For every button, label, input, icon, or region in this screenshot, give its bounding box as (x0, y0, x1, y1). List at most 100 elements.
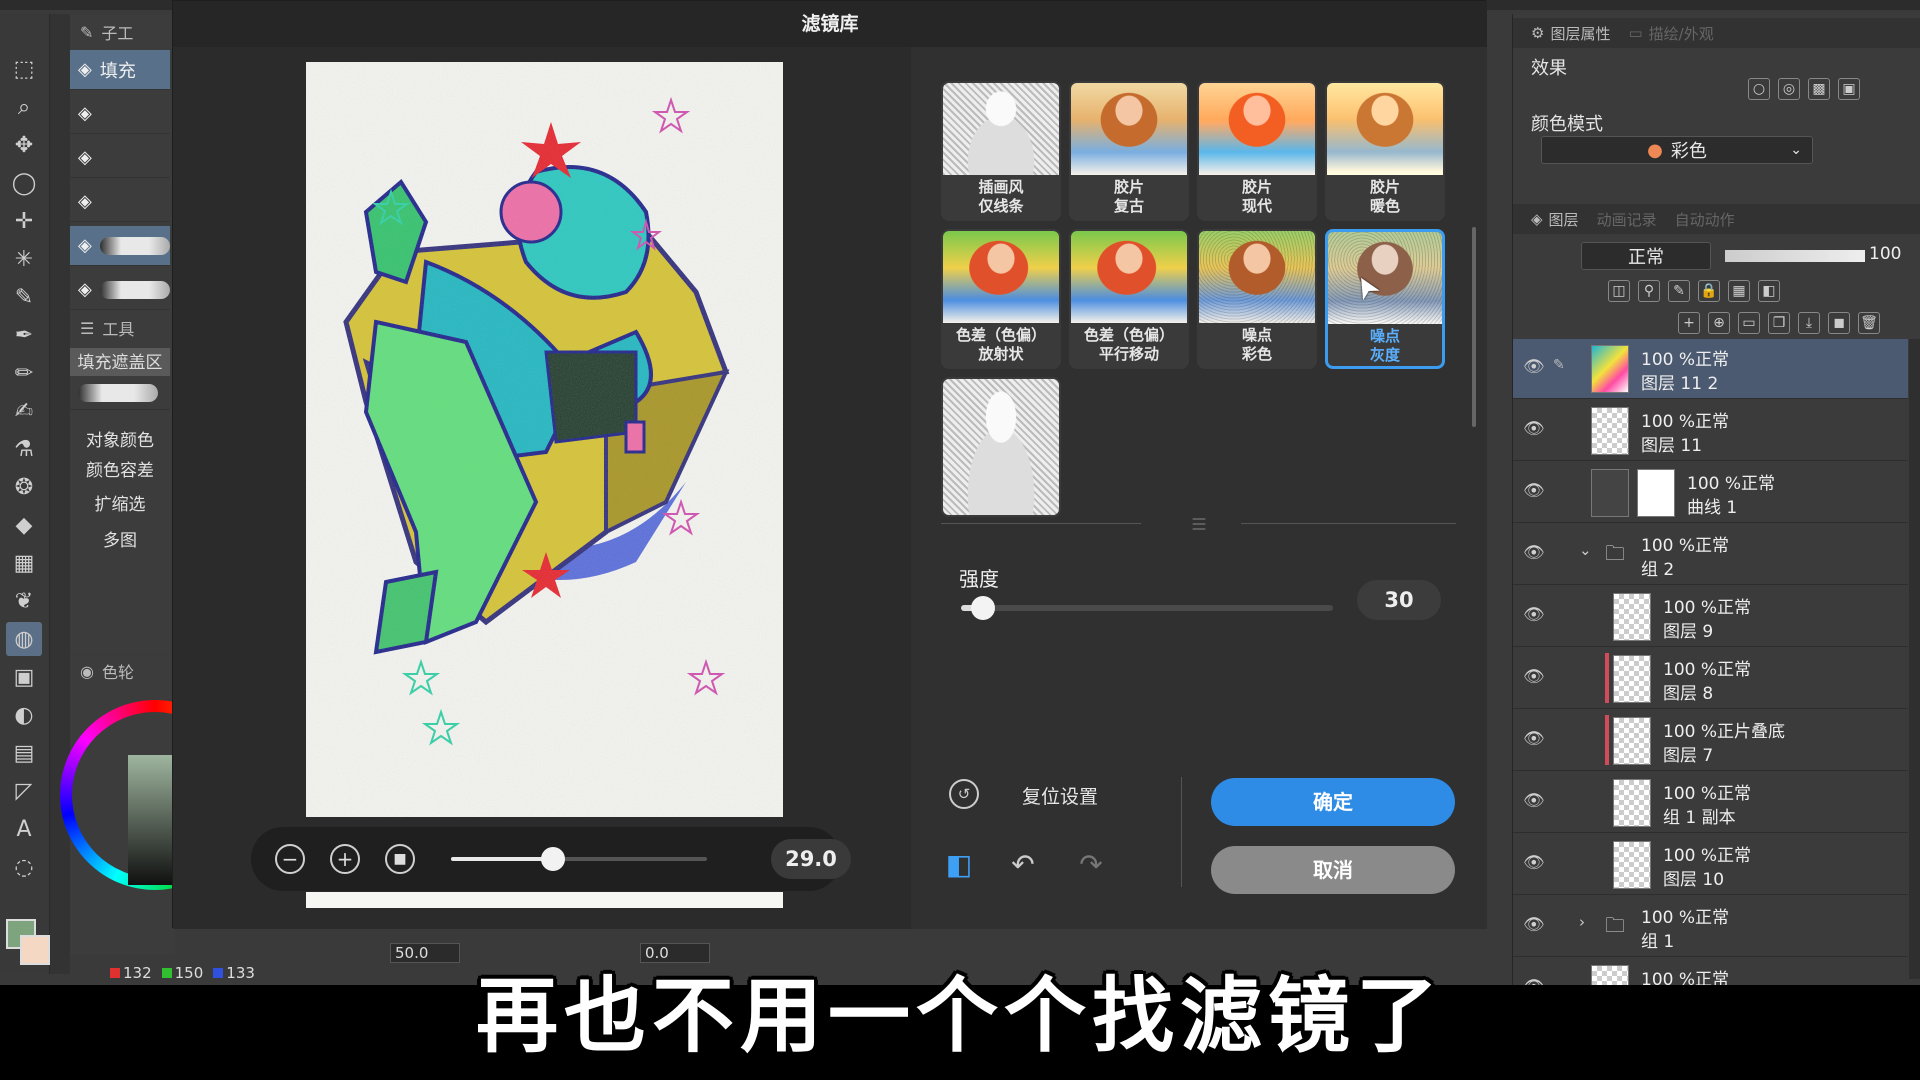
new-folder-icon[interactable]: ▭ (1738, 312, 1760, 334)
ok-button[interactable]: 确定 (1211, 778, 1455, 826)
chevron-right-icon[interactable]: › (1579, 913, 1585, 931)
ruler-icon[interactable]: ◸ (6, 774, 42, 808)
zoom-slider-knob[interactable] (541, 847, 566, 871)
layer-row[interactable]: 👁 100 %正片叠底 图层 7 (1513, 711, 1908, 771)
layer-color-icon[interactable]: ▣ (1838, 78, 1860, 100)
visibility-eye-icon[interactable]: 👁 (1523, 915, 1545, 935)
filter-thumbnail[interactable]: 噪点 灰度 ➤ (1325, 229, 1445, 369)
filter-thumbnail[interactable]: 噪点 彩色 (1197, 229, 1317, 369)
blend-icon[interactable]: ❦ (6, 584, 42, 618)
cancel-button[interactable]: 取消 (1211, 846, 1455, 894)
undo-icon[interactable]: ↶ (1005, 847, 1041, 883)
frame-icon[interactable]: ▤ (6, 736, 42, 770)
subtool-fill[interactable]: ◈ 填充 (70, 50, 170, 90)
opacity-value[interactable]: 100 (1869, 244, 1901, 264)
grid-icon[interactable]: ▦ (6, 546, 42, 580)
copy-layer-icon[interactable]: ❐ (1768, 312, 1790, 334)
filter-grid-scrollbar[interactable] (1472, 227, 1476, 427)
subtool-fill-variant-2[interactable]: ◈ (70, 138, 170, 178)
visibility-eye-icon[interactable]: 👁 (1523, 481, 1545, 501)
multi-reference-label[interactable]: 多图 (70, 526, 170, 554)
shape-icon[interactable]: ◐ (6, 698, 42, 732)
filter-thumbnail[interactable] (941, 377, 1061, 517)
magic-wand-icon[interactable]: ✳ (6, 242, 42, 276)
reference-icon[interactable]: ⚲ (1638, 280, 1660, 302)
decoration-icon[interactable]: ❂ (6, 470, 42, 504)
tone-icon[interactable]: ▩ (1808, 78, 1830, 100)
fill-icon[interactable]: ◍ (6, 622, 42, 656)
fit-view-icon[interactable]: ■ (385, 844, 415, 874)
clip-icon[interactable]: ◫ (1608, 280, 1630, 302)
blend-mode-select[interactable]: 正常 (1581, 242, 1711, 270)
color-wheel-tab[interactable]: ◉ 色轮 (70, 657, 175, 685)
reset-icon[interactable]: ↺ (949, 779, 979, 809)
subtool-brush-preset-2[interactable]: ◈ (70, 270, 170, 310)
visibility-eye-icon[interactable]: 👁 (1523, 791, 1545, 811)
subtool-fill-variant-3[interactable]: ◈ (70, 182, 170, 222)
tab-drawing-appearance[interactable]: ▭ 描绘/外观 (1628, 23, 1713, 44)
subtool-brush-preset-1[interactable]: ◈ (70, 226, 170, 266)
strength-value[interactable]: 30 (1357, 580, 1441, 620)
new-raster-layer-icon[interactable]: + (1678, 312, 1700, 334)
filter-thumbnail[interactable]: 色差（色偏） 放射状 (941, 229, 1061, 369)
brush-icon[interactable]: ✍ (6, 394, 42, 428)
lock-icon[interactable]: 🔒 (1698, 280, 1720, 302)
lock-transparency-icon[interactable]: ▦ (1728, 280, 1750, 302)
zoom-slider[interactable] (451, 847, 707, 871)
mask-layer-icon[interactable]: ◼ (1828, 312, 1850, 334)
balloon-icon[interactable]: ◌ (6, 850, 42, 884)
visibility-eye-icon[interactable]: 👁 (1523, 419, 1545, 439)
subtool-fill-variant-1[interactable]: ◈ (70, 94, 170, 134)
layer-row[interactable]: 👁 ✎ 100 %正常 图层 11 2 (1513, 339, 1908, 399)
gradient-icon[interactable]: ▣ (6, 660, 42, 694)
lasso-icon[interactable]: ◯ (6, 166, 42, 200)
tab-layers[interactable]: ◈ 图层 (1531, 209, 1579, 230)
zoom-in-icon[interactable]: + (330, 844, 360, 874)
resize-grip-icon[interactable]: — — — (1187, 512, 1211, 536)
filter-thumbnail[interactable]: 胶片 复古 (1069, 81, 1189, 221)
airbrush-icon[interactable]: ⚗ (6, 432, 42, 466)
delete-layer-icon[interactable]: 🗑 (1858, 312, 1880, 334)
draft-icon[interactable]: ✎ (1668, 280, 1690, 302)
compare-view-icon[interactable]: ◧ (941, 847, 977, 883)
tab-animation[interactable]: 动画记录 (1597, 209, 1657, 230)
merge-layer-icon[interactable]: ⤓ (1798, 312, 1820, 334)
expand-area-label[interactable]: 扩缩选 (70, 490, 170, 518)
layer-row[interactable]: 👁 100 %正常组 1 副本 (1513, 773, 1908, 833)
pen-icon[interactable]: ✒ (6, 318, 42, 352)
tool-property-tab[interactable]: ☰ 工具 (70, 314, 175, 342)
layer-row[interactable]: 👁 100 %正常 曲线 1 (1513, 463, 1908, 523)
zoom-icon[interactable]: ⌕ (6, 90, 42, 124)
layer-row[interactable]: 👁 100 %正常 图层 11 (1513, 401, 1908, 461)
zoom-value[interactable]: 29.0 (771, 839, 851, 879)
visibility-eye-icon[interactable]: 👁 (1523, 729, 1545, 749)
layer-scrollbar[interactable] (1909, 339, 1920, 979)
filter-thumbnail[interactable]: 色差（色偏） 平行移动 (1069, 229, 1189, 369)
visibility-eye-icon[interactable]: 👁 (1523, 543, 1545, 563)
layer-row[interactable]: 👁 100 %正常 图层 8 (1513, 649, 1908, 709)
mask-icon[interactable]: ◧ (1758, 280, 1780, 302)
strength-slider[interactable] (961, 596, 1333, 620)
redo-icon[interactable]: ↷ (1073, 847, 1109, 883)
reset-settings-button[interactable]: 复位设置 (1022, 782, 1098, 809)
layer-row[interactable]: 👁 › 🗀 100 %正常组 1 (1513, 897, 1908, 957)
pencil-icon[interactable]: ✏ (6, 356, 42, 390)
saturation-value-box[interactable] (128, 755, 178, 885)
text-icon[interactable]: A (6, 812, 42, 846)
layer-row[interactable]: 👁 100 %正常 图层 9 (1513, 587, 1908, 647)
visibility-eye-icon[interactable]: 👁 (1523, 853, 1545, 873)
strength-slider-knob[interactable] (971, 596, 996, 620)
eyedropper-icon[interactable]: ✎ (6, 280, 42, 314)
filter-thumbnail[interactable]: 胶片 暖色 (1325, 81, 1445, 221)
visibility-eye-icon[interactable]: 👁 (1523, 667, 1545, 687)
zoom-out-icon[interactable]: − (275, 844, 305, 874)
color-mode-select[interactable]: ● 彩色 ⌄ (1541, 136, 1813, 164)
tab-layer-property[interactable]: ⚙ 图层属性 (1531, 23, 1610, 44)
new-vector-layer-icon[interactable]: ⊕ (1708, 312, 1730, 334)
auto-select-icon[interactable]: ✥ (6, 128, 42, 162)
filter-thumbnail[interactable]: 插画风 仅线条 (941, 81, 1061, 221)
layer-row[interactable]: 👁 100 %正常 图层 10 (1513, 835, 1908, 895)
preview-canvas[interactable] (306, 62, 783, 817)
extract-line-icon[interactable]: ◎ (1778, 78, 1800, 100)
tab-auto-action[interactable]: 自动动作 (1675, 209, 1735, 230)
